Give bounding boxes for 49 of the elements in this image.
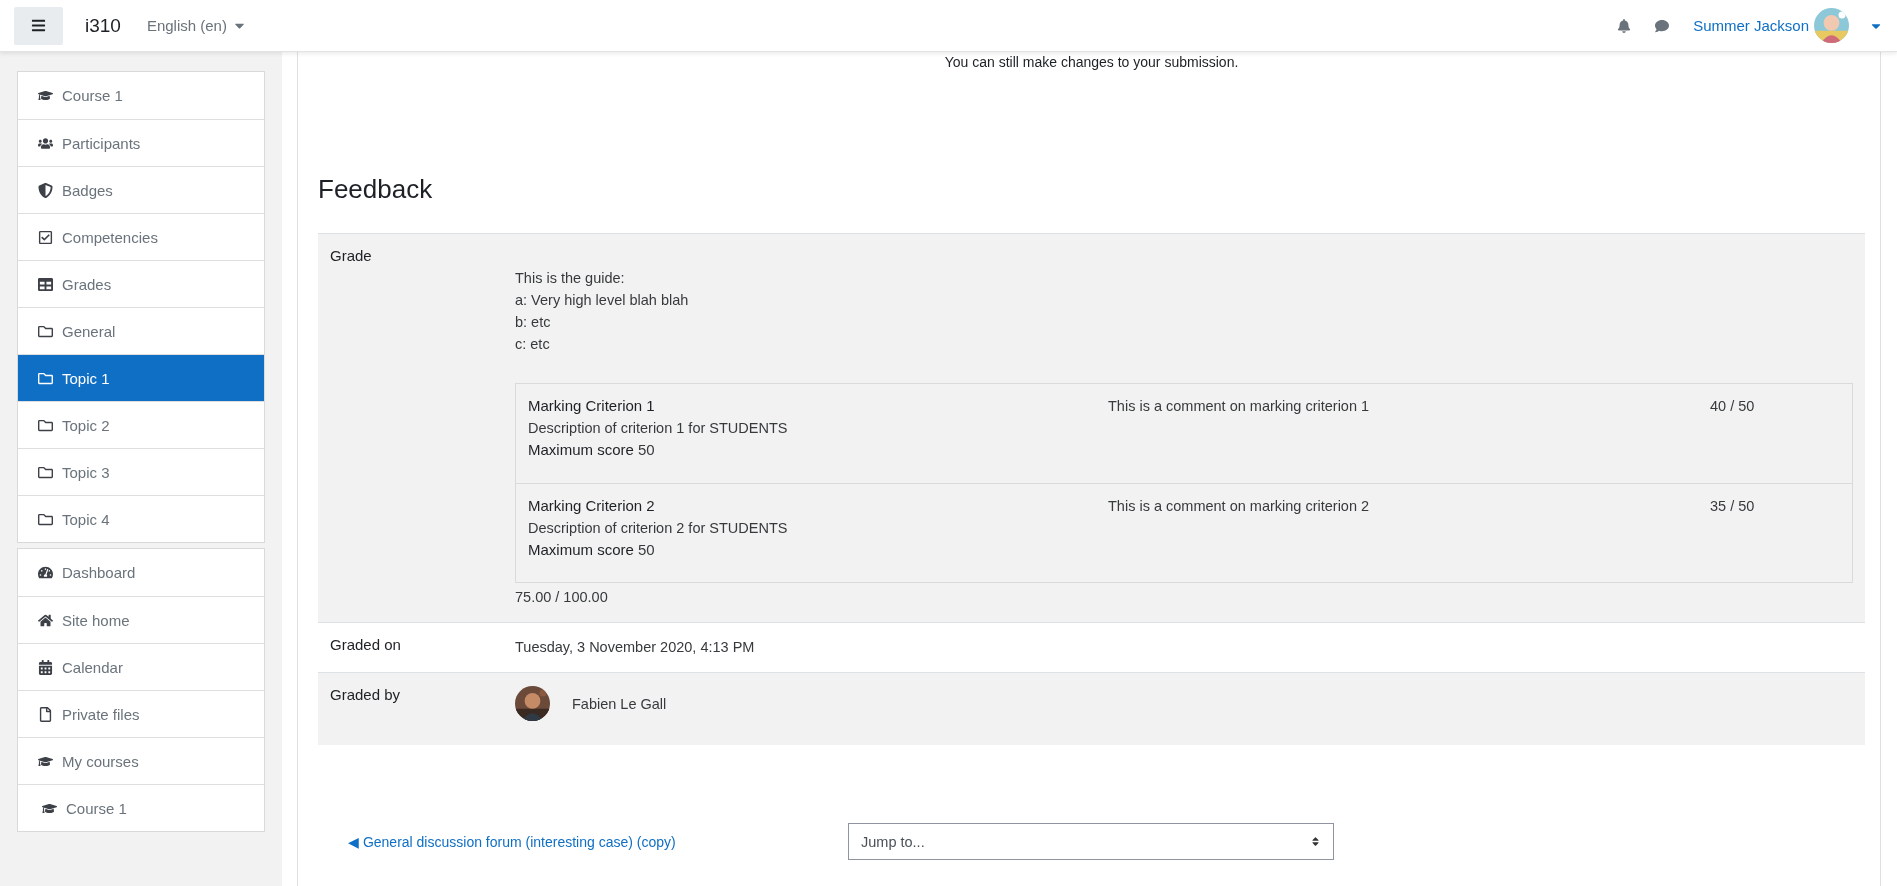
- guide-text: a: Very high level blah blah: [515, 291, 690, 310]
- criterion-comment: This is a comment on marking criterion 1: [1108, 397, 1371, 416]
- total-grade: 75.00 / 100.00: [515, 588, 609, 607]
- criterion-title: Marking Criterion 2: [528, 496, 656, 516]
- graduation-cap-icon: [38, 88, 53, 103]
- guide-text: b: etc: [515, 313, 552, 332]
- folder-icon: [38, 464, 53, 480]
- folder-icon: [38, 370, 53, 386]
- graded-date: Tuesday, 3 November 2020, 4:13 PM: [515, 638, 756, 657]
- checkbox-icon: [38, 229, 53, 245]
- home-icon: [38, 612, 53, 628]
- folder-icon: [38, 417, 53, 433]
- jump-to-select[interactable]: Jump to...: [848, 823, 1334, 860]
- menu-icon: [31, 18, 46, 33]
- notifications-icon[interactable]: [1617, 18, 1632, 33]
- criterion-comment: This is a comment on marking criterion 2: [1108, 497, 1371, 516]
- user-name[interactable]: Summer Jackson: [1693, 17, 1809, 34]
- site-name: i310: [85, 14, 121, 37]
- users-icon: [38, 135, 53, 151]
- max-score-label: Maximum score: [528, 441, 634, 458]
- criterion-score: 35 / 50: [1710, 497, 1756, 516]
- nav-item[interactable]: Topic 1: [18, 354, 264, 401]
- guide-text: c: etc: [515, 335, 551, 354]
- grader-name: Fabien Le Gall: [572, 694, 667, 714]
- folder-icon: [38, 323, 53, 339]
- section-heading: Feedback: [318, 174, 434, 205]
- folder-icon: [38, 511, 53, 527]
- gauge-icon: [38, 565, 53, 580]
- menu-button[interactable]: [14, 6, 63, 45]
- criterion-description: Description of criterion 2 for STUDENTS: [528, 519, 789, 538]
- max-score-value: 50: [638, 441, 655, 458]
- table-icon: [38, 276, 53, 292]
- max-score-label: Maximum score: [528, 541, 634, 558]
- criterion-description: Description of criterion 1 for STUDENTS: [528, 419, 789, 438]
- file-icon: [38, 706, 53, 722]
- shield-icon: [38, 182, 53, 198]
- row-label: Graded on: [330, 636, 402, 655]
- language-menu[interactable]: English (en): [146, 17, 247, 34]
- criterion-title: Marking Criterion 1: [528, 396, 656, 416]
- guide-text: This is the guide:: [515, 269, 626, 288]
- row-label: Grade: [330, 247, 373, 266]
- sort-icon: [1310, 836, 1321, 847]
- submission-note: You can still make changes to your submission.: [943, 53, 1240, 72]
- row-label: Graded by: [330, 686, 402, 705]
- calendar-icon: [38, 659, 53, 675]
- previous-activity-link[interactable]: ◀ General discussion forum (interesting case) (copy): [348, 833, 848, 850]
- messages-icon[interactable]: [1655, 18, 1670, 33]
- criterion-score: 40 / 50: [1710, 397, 1756, 416]
- max-score-value: 50: [638, 541, 655, 558]
